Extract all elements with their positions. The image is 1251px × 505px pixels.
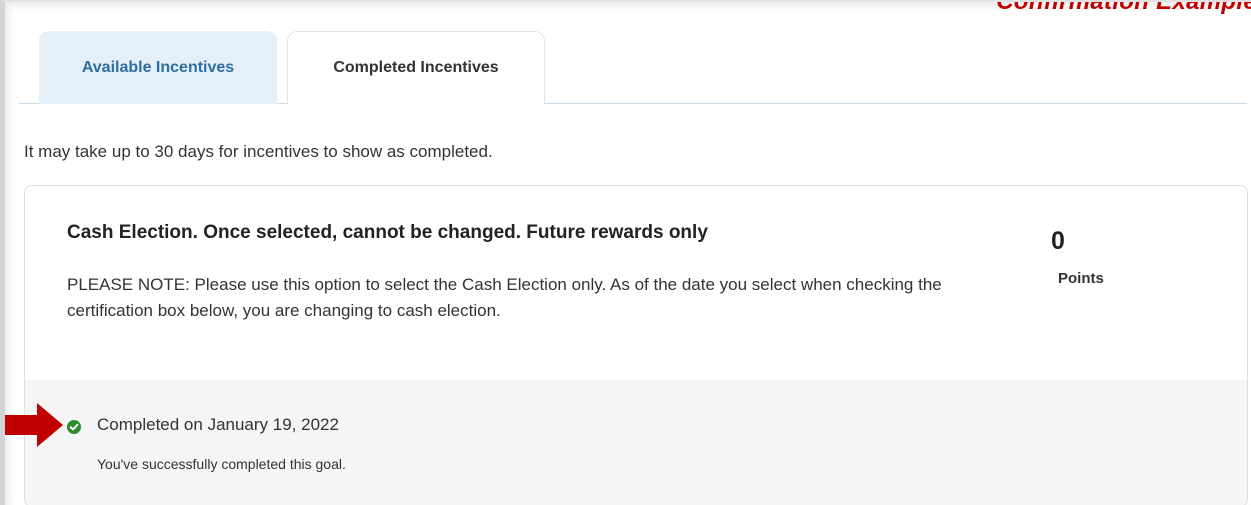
tab-completed-incentives[interactable]: Completed Incentives: [287, 31, 545, 104]
incentive-title: Cash Election. Once selected, cannot be …: [67, 222, 708, 243]
points-value: 0: [1051, 227, 1065, 255]
tab-available-incentives[interactable]: Available Incentives: [39, 31, 277, 104]
watermark-text: Confirmation Example: [996, 0, 1251, 15]
red-arrow-icon: [5, 403, 63, 447]
completion-status-subtext: You've successfully completed this goal.: [97, 456, 346, 472]
completion-status-panel: Completed on January 19, 2022 You've suc…: [25, 380, 1247, 505]
completion-notice: It may take up to 30 days for incentives…: [24, 142, 493, 161]
incentive-description: PLEASE NOTE: Please use this option to s…: [67, 275, 942, 320]
completion-status-text: Completed on January 19, 2022: [97, 415, 339, 434]
points-label: Points: [1058, 270, 1104, 287]
incentive-card: Cash Election. Once selected, cannot be …: [24, 185, 1248, 505]
tab-bar: Available Incentives Completed Incentive…: [19, 31, 1247, 104]
page-frame: Confirmation Example Available Incentive…: [0, 0, 1251, 505]
